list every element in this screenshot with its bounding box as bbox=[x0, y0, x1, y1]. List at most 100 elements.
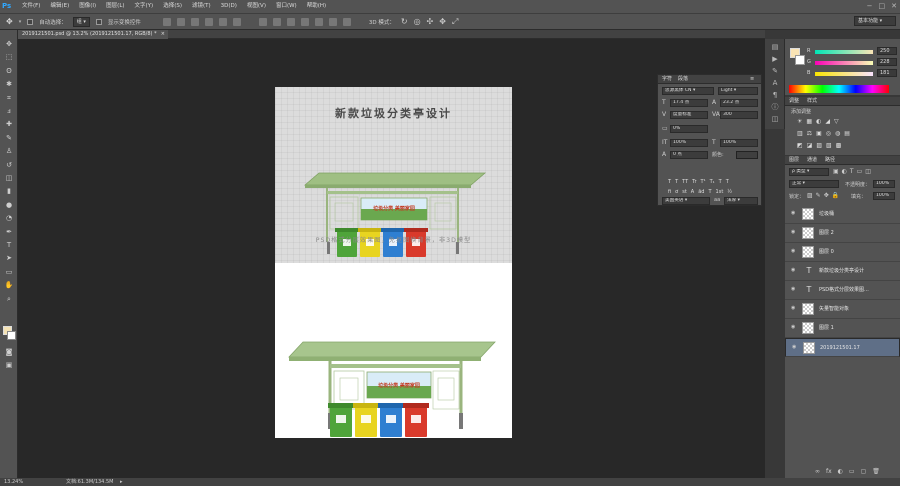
lasso-tool-icon[interactable]: ʘ bbox=[4, 67, 14, 76]
brush-tool-icon[interactable]: ✎ bbox=[4, 134, 14, 143]
adjustment-icon[interactable]: ◍ bbox=[835, 130, 840, 137]
history-brush-tool-icon[interactable]: ↺ bbox=[4, 161, 14, 170]
visibility-eye-icon[interactable]: ◉ bbox=[791, 306, 798, 311]
canvas-area[interactable]: 新款垃圾分类亭设计 垃圾分类 美丽家园 垃圾分类 美丽家园 PSD格式分层效果图… bbox=[18, 39, 765, 478]
visibility-eye-icon[interactable]: ◉ bbox=[791, 211, 798, 216]
layer-row[interactable]: ◉ T 新款垃圾分类亭设计 bbox=[785, 262, 900, 281]
baseline-field[interactable]: 0 点 bbox=[670, 151, 708, 159]
layer-name[interactable]: 新款垃圾分类亭设计 bbox=[819, 262, 864, 281]
blue-slider[interactable]: B 181 bbox=[805, 69, 900, 78]
layer-name[interactable]: 图层 2 bbox=[819, 224, 834, 243]
text-style-button[interactable]: T bbox=[668, 179, 671, 185]
fill-field[interactable]: 100% bbox=[873, 192, 895, 200]
3d-rotate-icon[interactable]: ↻ bbox=[401, 17, 408, 26]
blue-value[interactable]: 181 bbox=[877, 69, 897, 77]
green-slider[interactable]: G 228 bbox=[805, 58, 900, 67]
layer-name[interactable]: 矢量智能对象 bbox=[819, 300, 849, 319]
align-hcenter-icon[interactable] bbox=[218, 17, 227, 26]
layer-row[interactable]: ◉ 垃圾桶 bbox=[785, 205, 900, 224]
adjustment-icon[interactable]: ▨ bbox=[816, 142, 822, 149]
blur-tool-icon[interactable]: ● bbox=[4, 201, 14, 210]
type-tool-icon[interactable]: T bbox=[4, 241, 14, 250]
tool-preset-dropdown[interactable]: ▾ bbox=[19, 19, 22, 25]
layers-action-icon[interactable]: ▭ bbox=[849, 468, 855, 475]
filter-adjust-icon[interactable]: ◐ bbox=[842, 168, 847, 175]
maximize-button[interactable]: □ bbox=[879, 2, 886, 10]
distribute-2-icon[interactable] bbox=[272, 17, 281, 26]
leading-field[interactable]: 23.2 点 bbox=[720, 99, 758, 107]
adjustment-icon[interactable]: ⚖ bbox=[807, 130, 812, 137]
status-arrow[interactable]: ▸ bbox=[120, 478, 123, 486]
layers-action-icon[interactable]: 🗑 bbox=[872, 468, 880, 475]
menu-item[interactable]: 图像(I) bbox=[74, 0, 101, 13]
red-slider[interactable]: R 250 bbox=[805, 47, 900, 56]
navigator-icon[interactable]: ◫ bbox=[770, 115, 780, 124]
blue-bar[interactable] bbox=[815, 72, 873, 76]
adjustment-icon[interactable]: ◪ bbox=[807, 142, 813, 149]
layer-row[interactable]: ◉ 2019121501.17 bbox=[785, 338, 900, 357]
shape-tool-icon[interactable]: ▭ bbox=[4, 268, 14, 277]
3d-slide-icon[interactable]: ✥ bbox=[439, 17, 446, 26]
text-style-button[interactable]: T bbox=[726, 179, 729, 185]
kerning-field[interactable]: 度量标准 bbox=[670, 111, 708, 119]
pen-tool-icon[interactable]: ✒ bbox=[4, 228, 14, 237]
visibility-eye-icon[interactable]: ◉ bbox=[792, 345, 799, 350]
3d-roll-icon[interactable]: ◎ bbox=[414, 17, 421, 26]
align-left-icon[interactable] bbox=[204, 17, 213, 26]
hand-tool-icon[interactable]: ✋ bbox=[4, 281, 14, 290]
layers-action-icon[interactable]: ∞ bbox=[815, 468, 820, 475]
distribute-5-icon[interactable] bbox=[314, 17, 323, 26]
quick-select-tool-icon[interactable]: ✱ bbox=[4, 80, 14, 89]
actions-icon[interactable]: ▶ bbox=[770, 55, 780, 64]
menu-item[interactable]: 窗口(W) bbox=[271, 0, 302, 13]
lock-all-icon[interactable]: 🔒 bbox=[832, 192, 839, 199]
align-bottom-icon[interactable] bbox=[190, 17, 199, 26]
align-vcenter-icon[interactable] bbox=[176, 17, 185, 26]
menu-item[interactable]: 文件(F) bbox=[17, 0, 45, 13]
layer-row[interactable]: ◉ 图层 0 bbox=[785, 243, 900, 262]
tab-styles[interactable]: 样式 bbox=[807, 97, 817, 106]
move-tool-icon[interactable]: ✥ bbox=[6, 17, 13, 26]
distribute-3-icon[interactable] bbox=[286, 17, 295, 26]
brush-panel-icon[interactable]: ✎ bbox=[770, 67, 780, 76]
menu-item[interactable]: 滤镜(T) bbox=[187, 0, 216, 13]
menu-item[interactable]: 编辑(E) bbox=[45, 0, 74, 13]
layer-name[interactable]: 垃圾桶 bbox=[819, 205, 834, 224]
background-color-swatch[interactable] bbox=[795, 55, 805, 65]
document-canvas[interactable]: 新款垃圾分类亭设计 垃圾分类 美丽家园 垃圾分类 美丽家园 PSD格式分层效果图… bbox=[275, 87, 512, 438]
filter-smart-icon[interactable]: ◫ bbox=[865, 168, 871, 175]
font-style-dropdown[interactable]: Light ▾ bbox=[718, 87, 758, 95]
blend-mode-dropdown[interactable]: 正常 ▾ bbox=[789, 180, 839, 188]
filter-type-icon[interactable]: T bbox=[850, 168, 854, 175]
character-panel-icon[interactable]: A bbox=[770, 79, 780, 88]
3d-scale-icon[interactable]: ⤢ bbox=[452, 17, 458, 27]
green-bar[interactable] bbox=[815, 61, 873, 65]
menu-item[interactable]: 视图(V) bbox=[242, 0, 271, 13]
layer-row[interactable]: ◉ 图层 2 bbox=[785, 224, 900, 243]
history-icon[interactable]: ▤ bbox=[770, 43, 780, 52]
lock-position-icon[interactable]: ✥ bbox=[824, 192, 829, 199]
layer-name[interactable]: 2019121501.17 bbox=[820, 339, 860, 358]
adjustment-icon[interactable]: ▦ bbox=[806, 118, 812, 125]
tab-adjustments[interactable]: 调整 bbox=[789, 97, 799, 106]
font-size-field[interactable]: 17.4 点 bbox=[670, 99, 708, 107]
visibility-eye-icon[interactable]: ◉ bbox=[791, 287, 798, 292]
visibility-eye-icon[interactable]: ◉ bbox=[791, 230, 798, 235]
panel-menu-icon[interactable]: ≡ bbox=[750, 75, 754, 84]
menu-item[interactable]: 帮助(H) bbox=[302, 0, 331, 13]
vscale-field[interactable]: 100% bbox=[670, 139, 708, 147]
adjustment-icon[interactable]: ◩ bbox=[797, 142, 803, 149]
gradient-tool-icon[interactable]: ▮ bbox=[4, 187, 14, 196]
adjustment-icon[interactable]: ☀ bbox=[797, 118, 802, 125]
auto-select-checkbox[interactable] bbox=[27, 18, 34, 25]
adjustment-icon[interactable]: ▩ bbox=[836, 142, 842, 149]
menu-item[interactable]: 文字(Y) bbox=[130, 0, 159, 13]
layers-action-icon[interactable]: fx bbox=[826, 468, 832, 475]
adjustment-icon[interactable]: ◎ bbox=[826, 130, 831, 137]
distribute-6-icon[interactable] bbox=[328, 17, 337, 26]
layers-action-icon[interactable]: ▢ bbox=[861, 468, 867, 475]
text-color-swatch[interactable] bbox=[736, 151, 758, 159]
text-style-button[interactable]: st bbox=[682, 189, 687, 195]
adjustment-icon[interactable]: ▤ bbox=[844, 130, 850, 137]
tab-paragraph[interactable]: 段落 bbox=[678, 75, 688, 84]
